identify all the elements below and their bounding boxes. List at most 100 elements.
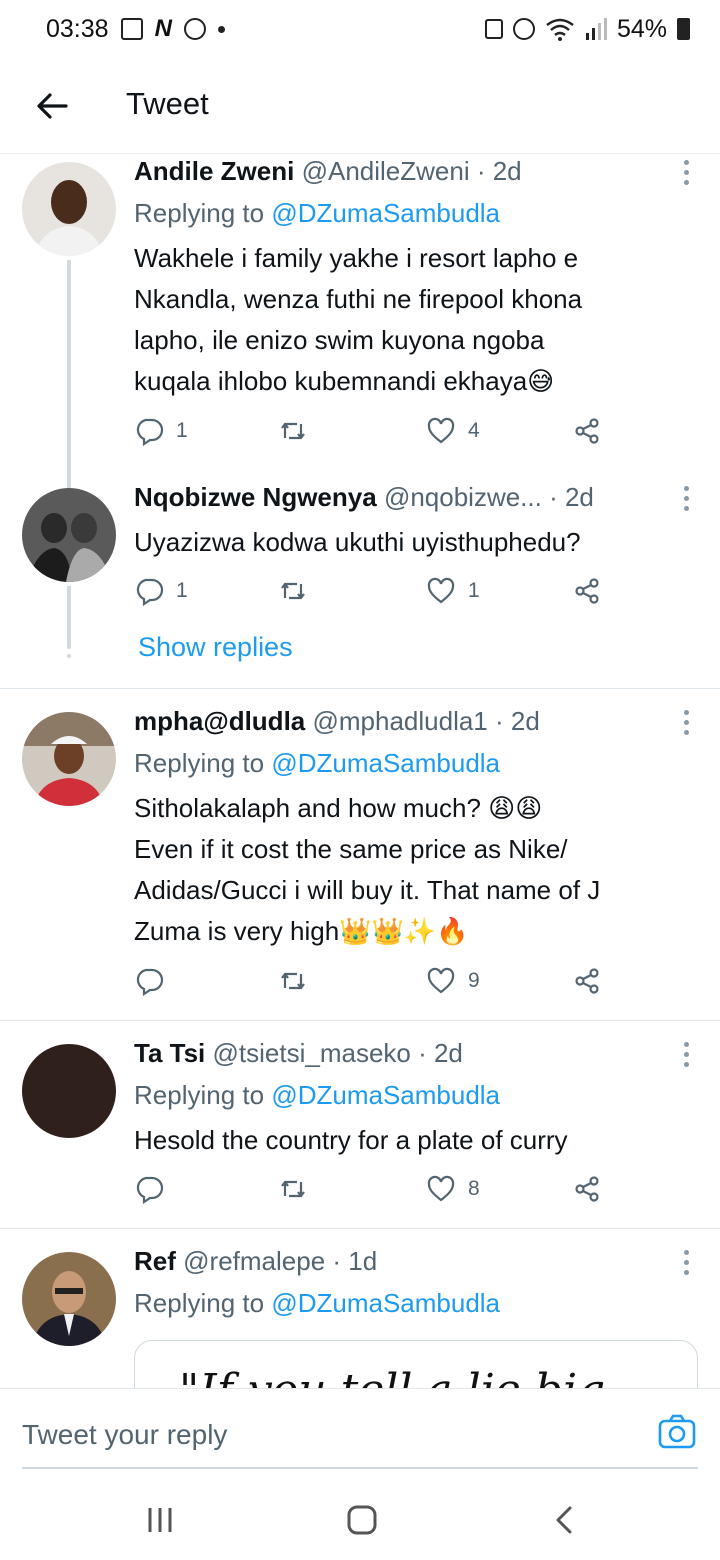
like-icon [427,417,455,444]
back-arrow-icon[interactable] [32,86,72,126]
reply-icon [136,418,164,446]
like-count: 8 [468,1177,480,1200]
like-button[interactable]: 9 [426,966,480,996]
divider [0,1020,720,1021]
reply-icon [136,578,164,606]
avatar[interactable] [22,1252,116,1346]
author-name[interactable]: Nqobizwe Ngwenya [134,482,377,512]
chrome-icon [183,18,206,40]
camera-icon[interactable] [658,1413,696,1451]
retweet-icon [281,1180,305,1198]
tweet-text: Hesold the country for a plate of curry [134,1125,568,1155]
tweet-feed[interactable]: Andile Zweni @AndileZweni · 2d Replying … [0,154,720,1388]
media-quote-text: "If you tell a lie big [179,1365,605,1388]
more-icon[interactable] [682,1250,690,1278]
replying-to-link[interactable]: @DZumaSambudla [271,748,500,778]
author-handle[interactable]: @AndileZweni · 2d [302,156,522,186]
status-time: 03:38 [46,14,109,43]
notification-dot-icon [217,25,225,33]
thread-dots [65,636,73,663]
alarm-icon [512,18,535,40]
reply-button[interactable]: 1 [134,416,188,446]
more-icon[interactable] [682,1042,690,1070]
back-icon[interactable] [544,1504,584,1536]
share-button[interactable] [572,576,602,606]
recents-icon[interactable] [140,1504,180,1536]
avatar[interactable] [22,488,116,582]
tweet-actions: 1 1 [134,576,614,612]
tweet-text: Sitholakalaph and how much? 😩😩 Even if i… [134,793,601,946]
avatar[interactable] [22,162,116,256]
author-name[interactable]: Ref [134,1246,176,1276]
replying-label: Replying to [134,1288,265,1318]
lock-icon [484,19,503,39]
retweet-icon [281,422,305,440]
replying-to-link[interactable]: @DZumaSambudla [271,198,500,228]
like-count: 1 [468,579,480,602]
author-handle[interactable]: @refmalepe · 1d [183,1246,377,1276]
reply-underline [22,1467,698,1469]
author-handle[interactable]: @tsietsi_maseko · 2d [213,1038,463,1068]
avatar[interactable] [22,712,116,806]
wifi-icon [546,18,574,41]
author-name[interactable]: Ta Tsi [134,1038,205,1068]
like-icon [427,967,455,994]
battery-icon [677,18,690,40]
retweet-button[interactable] [278,576,320,606]
divider [0,688,720,689]
tweet-actions: 1 4 [134,416,614,452]
share-button[interactable] [572,1174,602,1204]
retweet-button[interactable] [278,416,320,446]
like-icon [427,577,455,604]
signal-icon [585,18,607,40]
reply-icon [136,968,164,996]
reply-count: 1 [176,579,188,602]
more-icon[interactable] [682,710,690,738]
reply-count: 1 [176,419,188,442]
tweet-text: Uyazizwa kodwa ukuthi uyisthuphedu? [134,527,581,557]
replying-to-link[interactable]: @DZumaSambudla [271,1288,500,1318]
tweet-actions: 9 [134,966,614,1002]
reply-bar [0,1388,720,1478]
avatar[interactable] [22,1044,116,1138]
like-count: 4 [468,419,480,442]
tweet-reply-input[interactable] [22,1413,622,1457]
reply-button[interactable]: 1 [134,576,188,606]
media-card[interactable]: "If you tell a lie big [134,1340,698,1388]
n-app-icon: N [154,15,172,42]
retweet-button[interactable] [278,1174,320,1204]
status-bar: 03:38 N 54% [0,0,720,58]
battery-percent: 54% [616,14,667,43]
author-handle[interactable]: @mphadludla1 · 2d [312,706,539,736]
tweet-actions: 8 [134,1174,614,1210]
replying-label: Replying to [134,748,265,778]
like-count: 9 [468,969,480,992]
gallery-icon [120,18,143,40]
like-icon [427,1175,455,1202]
retweet-button[interactable] [278,966,320,996]
show-replies-link[interactable]: Show replies [138,632,293,663]
like-button[interactable]: 4 [426,416,480,446]
home-icon[interactable] [342,1504,382,1536]
like-button[interactable]: 8 [426,1174,480,1204]
share-button[interactable] [572,966,602,996]
replying-label: Replying to [134,1080,265,1110]
share-icon [575,968,599,994]
author-name[interactable]: mpha@dludla [134,706,305,736]
thread-line [67,260,71,490]
like-button[interactable]: 1 [426,576,480,606]
replying-to-link[interactable]: @DZumaSambudla [271,1080,500,1110]
more-icon[interactable] [682,160,690,188]
more-icon[interactable] [682,486,690,514]
share-icon [575,578,599,604]
author-handle[interactable]: @nqobizwe... · 2d [384,482,594,512]
reply-button[interactable] [134,966,176,996]
author-name[interactable]: Andile Zweni [134,156,294,186]
share-button[interactable] [572,416,602,446]
reply-icon [136,1176,164,1204]
divider [0,1228,720,1229]
reply-button[interactable] [134,1174,176,1204]
replying-label: Replying to [134,198,265,228]
retweet-icon [281,582,305,600]
share-icon [575,1176,599,1202]
